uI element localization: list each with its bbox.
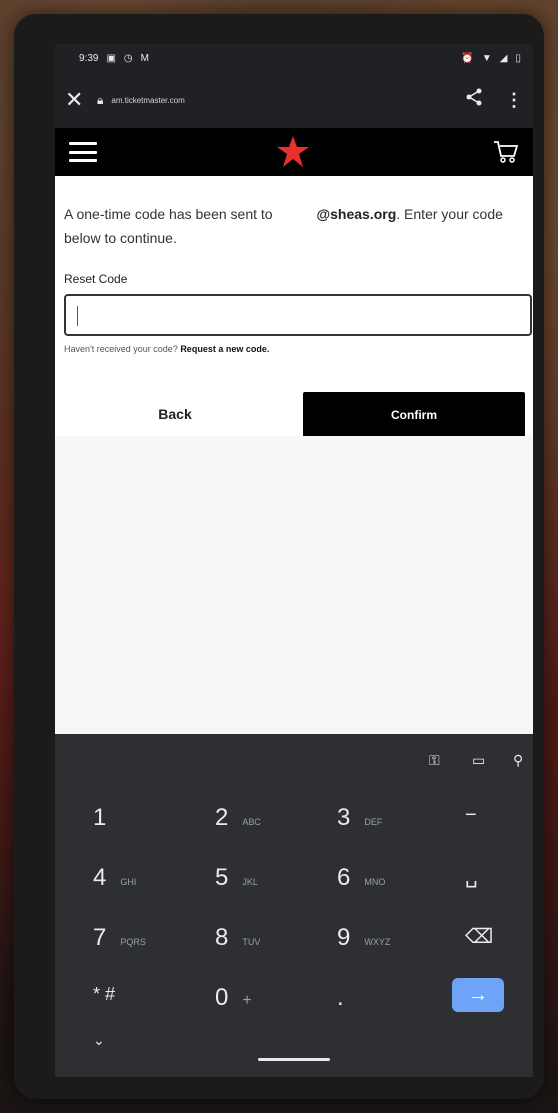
text-caret [77,306,78,326]
key-sub-label: ABC [242,817,261,827]
key-main-label: 1 [93,804,107,831]
reset-code-input[interactable] [66,296,530,334]
more-options-icon[interactable]: ⋮ [505,90,523,111]
key-main-label: 4 [93,864,107,891]
status-bar: 9:39 ▣ ◷ M ⏰ ▼ ◢ ▯ [55,44,533,72]
reset-code-label: Reset Code [64,272,128,286]
status-time: 9:39 [79,52,99,64]
resend-help: Haven't received your code? Request a ne… [64,344,269,354]
key-sub-label: PQRS [120,937,146,947]
cart-icon[interactable] [493,140,519,164]
key-sub-label: WXYZ [364,937,391,947]
lock-icon: 🔒︎ [97,92,104,107]
phone-screen: 9:39 ▣ ◷ M ⏰ ▼ ◢ ▯ ✕ 🔒︎ am.ticketmaster.… [55,44,533,1077]
enter-key[interactable]: → [452,978,504,1012]
key-main-label: * # [93,984,116,1004]
key-icon[interactable]: ⚿ [429,752,440,769]
key-sub-label: GHI [120,877,137,887]
help-text: Haven't received your code? [64,344,178,354]
email-domain: @sheas.org [316,206,397,222]
key-1-1[interactable]: 5 JKL [215,864,258,892]
home-indicator[interactable] [258,1058,330,1061]
close-icon[interactable]: ✕ [65,87,97,113]
site-header [55,128,533,176]
reset-code-field[interactable] [64,294,532,336]
page-blank-area [55,436,533,734]
key-main-label: ⌫ [465,926,494,948]
key-main-label: 8 [215,924,229,951]
key-sub-label: TUV [242,937,261,947]
key-1-0[interactable]: 4 GHI [93,864,136,892]
brand-star-logo[interactable] [275,134,311,170]
collapse-keyboard-icon[interactable]: ⌄ [93,1032,105,1049]
key-main-label: − [465,804,477,826]
share-icon[interactable] [465,88,483,112]
gmail-icon: M [140,52,149,64]
clock-icon: ◷ [123,52,133,64]
key-3-2[interactable]: . [337,984,344,1012]
key-2-3[interactable]: ⌫ [465,924,493,949]
key-3-0[interactable]: * # [93,984,115,1005]
key-sub-label: DEF [364,817,383,827]
key-0-0[interactable]: 1 [93,804,106,832]
request-new-code-link[interactable]: Request a new code. [180,344,269,354]
back-button[interactable]: Back [115,392,235,436]
key-1-3[interactable]: ␣ [465,864,478,889]
key-0-3[interactable]: − [465,804,477,827]
key-3-1[interactable]: 0 + [215,984,252,1012]
browser-toolbar: ✕ 🔒︎ am.ticketmaster.com ⋮ [55,72,533,128]
confirm-button[interactable]: Confirm [303,392,525,437]
key-main-label: ␣ [465,866,478,888]
url-text[interactable]: am.ticketmaster.com [111,96,465,105]
key-2-2[interactable]: 9 WXYZ [337,924,390,952]
key-main-label: 7 [93,924,107,951]
battery-icon: ▯ [515,52,521,64]
key-main-label: 9 [337,924,351,951]
key-main-label: 0 [215,984,229,1011]
key-main-label: . [337,984,344,1011]
key-0-2[interactable]: 3 DEF [337,804,382,832]
numeric-keyboard: ⚿ ▭ ⚲ 1 2 ABC 3 DEF − 4 GHI 5 JKL 6 MNO ␣ 7 PQRS 8 TUV 9 W… [55,734,533,1077]
key-sub-label: MNO [364,877,386,887]
key-2-1[interactable]: 8 TUV [215,924,260,952]
instructions-text: A one-time code has been sent to @sheas.… [64,202,512,250]
alarm-icon: ⏰ [461,52,474,64]
signal-icon: ◢ [499,52,508,64]
message-text: A one-time code has been sent to [64,206,273,222]
key-sub-label: + [242,992,252,1009]
menu-icon[interactable] [69,142,97,162]
key-main-label: 5 [215,864,229,891]
key-main-label: 3 [337,804,351,831]
message-icon: ▣ [106,52,116,64]
keyboard-toolbar: ⚿ ▭ ⚲ [55,734,533,786]
key-0-1[interactable]: 2 ABC [215,804,261,832]
location-pin-icon[interactable]: ⚲ [513,752,523,769]
key-sub-label: JKL [242,877,258,887]
key-1-2[interactable]: 6 MNO [337,864,385,892]
key-2-0[interactable]: 7 PQRS [93,924,146,952]
key-main-label: 6 [337,864,351,891]
wifi-icon: ▼ [481,52,492,64]
card-icon[interactable]: ▭ [472,752,485,769]
key-main-label: 2 [215,804,229,831]
